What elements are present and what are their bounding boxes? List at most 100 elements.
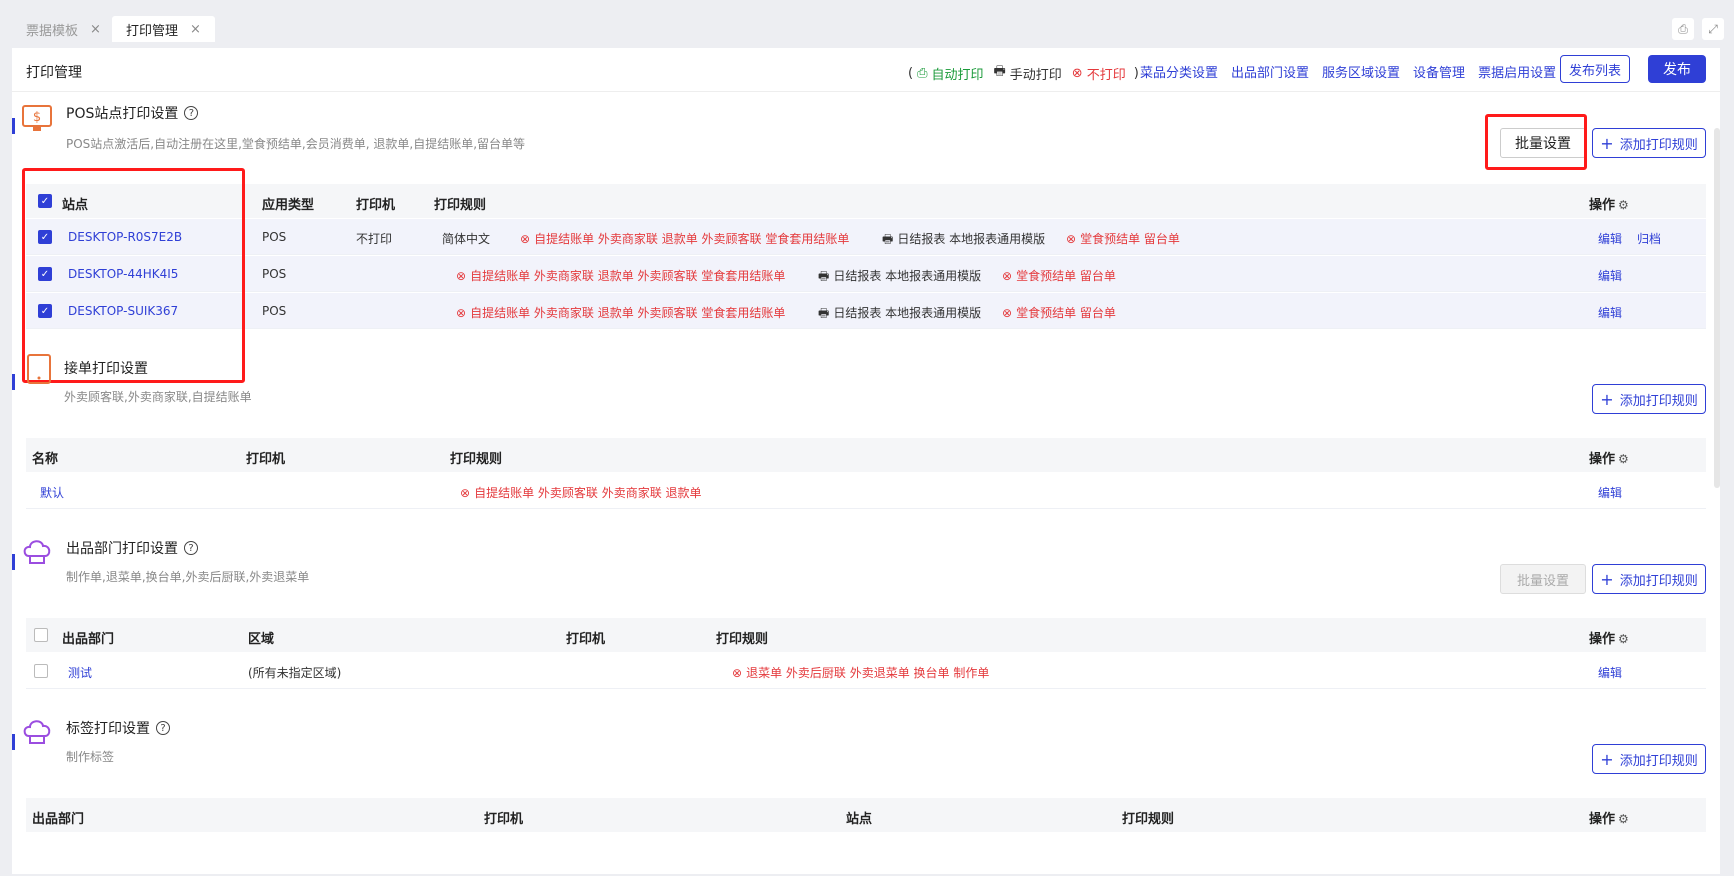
no-print-icon: ⊗ (520, 232, 531, 246)
table-header: 出品部门 打印机 站点 打印规则 操作 ⚙ (26, 798, 1706, 832)
link-device-manage[interactable]: 设备管理 (1413, 62, 1465, 81)
table-row: 默认 ⊗ 自提结账单 外卖顾客联 外卖商家联 退款单 编辑 (26, 473, 1706, 509)
no-print-icon: ⊗ (732, 666, 743, 680)
edit-link[interactable]: 编辑 (1598, 230, 1622, 247)
edit-link[interactable]: 编辑 (1598, 484, 1622, 501)
edit-link[interactable]: 编辑 (1598, 267, 1622, 284)
rule-no-print: ⊗ 退菜单 外卖后厨联 外卖退菜单 换台单 制作单 (732, 664, 989, 681)
tab-bar: 票据模板 × 打印管理 × ⎙ ⤢ (0, 0, 1734, 46)
help-icon[interactable]: ? (156, 721, 170, 735)
archive-link[interactable]: 归档 (1637, 230, 1661, 247)
row-checkbox[interactable]: ✓ (38, 230, 52, 244)
site-link[interactable]: DESKTOP-44HK4I5 (68, 267, 178, 281)
top-links: 菜品分类设置 出品部门设置 服务区域设置 设备管理 票据启用设置 (1140, 62, 1556, 81)
printer-icon: 🖶 (818, 306, 830, 320)
rule-manual: 🖶 日结报表 本地报表通用模版 (882, 230, 1045, 251)
site-link[interactable]: DESKTOP-SUIK367 (68, 304, 178, 318)
edit-link[interactable]: 编辑 (1598, 664, 1622, 681)
rule-manual: 🖶 日结报表 本地报表通用模版 (818, 267, 981, 288)
pos-add-rule-button[interactable]: + 添加打印规则 (1592, 128, 1706, 158)
pos-section-title: POS站点打印设置 ? (66, 103, 199, 123)
help-icon[interactable]: ? (184, 106, 199, 120)
tab-print-management[interactable]: 打印管理 × (112, 16, 215, 42)
app-type: POS (262, 304, 287, 318)
print-legend: ( ⎙ 自动打印 🖶 手动打印 ⊗ 不打印 ) (908, 62, 1139, 84)
print-icon[interactable]: ⎙ (1672, 18, 1694, 40)
col-action-label: 操作 (1589, 198, 1616, 213)
gear-icon[interactable]: ⚙ (1618, 632, 1629, 646)
tab-ticket-template[interactable]: 票据模板 × (12, 16, 115, 42)
publish-button[interactable]: 发布 (1648, 55, 1706, 83)
col-printer: 打印机 (356, 198, 396, 213)
rule-language: 简体中文 (442, 232, 491, 246)
col-printer: 打印机 (484, 812, 524, 827)
no-print-icon: ⊗ (1002, 269, 1013, 283)
col-printer: 打印机 (246, 452, 286, 467)
help-icon[interactable]: ? (184, 541, 198, 555)
button-label: 添加打印规则 (1619, 137, 1698, 153)
section-marker (12, 118, 15, 134)
main-card: 打印管理 ( ⎙ 自动打印 🖶 手动打印 ⊗ 不打印 ) 菜品分类设置 出品部门… (12, 48, 1720, 874)
col-action: 操作 ⚙ (1589, 194, 1629, 213)
col-action: 操作 ⚙ (1589, 808, 1629, 827)
col-dept: 出品部门 (32, 812, 85, 827)
rule-text: 堂食预结单 留台单 (1080, 232, 1180, 246)
rule-text: 堂食预结单 留台单 (1016, 269, 1116, 283)
printer-icon: 🖶 (882, 232, 894, 246)
app-type: POS (262, 230, 287, 244)
site-link[interactable]: DESKTOP-R0S7E2B (68, 230, 182, 244)
scrollbar[interactable] (1714, 128, 1720, 488)
col-action-label: 操作 (1589, 452, 1616, 467)
pos-monitor-icon: $ (22, 105, 52, 131)
close-icon[interactable]: × (190, 22, 201, 37)
link-ticket-enable[interactable]: 票据启用设置 (1478, 62, 1556, 81)
table-header: 出品部门 区域 打印机 打印规则 操作 ⚙ (26, 618, 1706, 652)
col-site: 站点 (62, 198, 89, 213)
fullscreen-icon[interactable]: ⤢ (1702, 18, 1724, 40)
col-action-label: 操作 (1589, 632, 1616, 647)
dept-section-desc: 制作单,退菜单,换台单,外卖后厨联,外卖退菜单 (66, 570, 310, 584)
pos-batch-button[interactable]: 批量设置 (1500, 128, 1586, 158)
dept-batch-button[interactable]: 批量设置 (1500, 564, 1586, 594)
app-type: POS (262, 267, 287, 281)
gear-icon[interactable]: ⚙ (1618, 452, 1629, 466)
publish-list-button[interactable]: 发布列表 (1560, 55, 1630, 83)
col-site: 站点 (846, 812, 873, 827)
dept-add-rule-button[interactable]: + 添加打印规则 (1592, 564, 1706, 594)
dept-link[interactable]: 测试 (68, 664, 92, 681)
rule-text: 日结报表 本地报表通用模版 (833, 269, 982, 283)
gear-icon[interactable]: ⚙ (1618, 198, 1629, 212)
section-title-text: 接单打印设置 (64, 361, 148, 377)
select-all-checkbox[interactable]: ✓ (38, 194, 52, 208)
area: (所有未指定区域) (248, 666, 342, 680)
no-print-icon: ⊗ (1066, 232, 1077, 246)
rule-text: 堂食预结单 留台单 (1016, 306, 1116, 320)
link-area-settings[interactable]: 服务区域设置 (1322, 62, 1400, 81)
rule-no-print: ⊗ 堂食预结单 留台单 (1002, 267, 1116, 284)
rule-no-print: ⊗ 自提结账单 外卖顾客联 外卖商家联 退款单 (460, 484, 702, 501)
page-title: 打印管理 (26, 65, 82, 81)
row-checkbox[interactable] (34, 664, 48, 678)
link-dept-settings[interactable]: 出品部门设置 (1231, 62, 1309, 81)
section-marker (12, 374, 15, 390)
row-checkbox[interactable]: ✓ (38, 304, 52, 318)
rule-text: 退菜单 外卖后厨联 外卖退菜单 换台单 制作单 (746, 666, 990, 680)
chef-hat-icon (23, 540, 51, 564)
printer: 不打印 (356, 232, 393, 246)
close-icon[interactable]: × (90, 22, 101, 37)
order-add-rule-button[interactable]: + 添加打印规则 (1592, 384, 1706, 414)
select-all-checkbox[interactable] (34, 628, 48, 642)
link-dish-category[interactable]: 菜品分类设置 (1140, 62, 1218, 81)
row-checkbox[interactable]: ✓ (38, 267, 52, 281)
section-title-text: POS站点打印设置 (66, 106, 179, 122)
label-add-rule-button[interactable]: + 添加打印规则 (1592, 744, 1706, 774)
table-row: ✓ DESKTOP-44HK4I5 POS ⊗ 自提结账单 外卖商家联 退款单 外… (26, 256, 1706, 292)
col-app-type: 应用类型 (262, 198, 315, 213)
rule-no-print: ⊗ 自提结账单 外卖商家联 退款单 外卖顾客联 堂食套用结账单 (520, 230, 849, 247)
button-label: 添加打印规则 (1619, 753, 1698, 769)
printer-icon: 🖶 (818, 269, 830, 283)
gear-icon[interactable]: ⚙ (1618, 812, 1629, 826)
col-area: 区域 (248, 632, 275, 647)
edit-link[interactable]: 编辑 (1598, 304, 1622, 321)
name-link[interactable]: 默认 (40, 484, 64, 501)
